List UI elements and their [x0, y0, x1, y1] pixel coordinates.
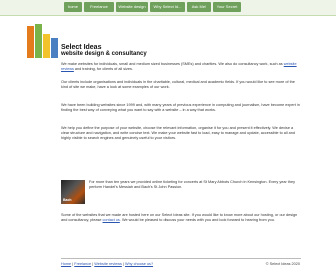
footer-links: Home | Freelance | Website reviews | Why… [61, 262, 181, 267]
clients-paragraph: Our clients include organisations and in… [61, 80, 295, 89]
contact-us-link[interactable]: contact us [103, 218, 120, 222]
footer-link-website-reviews[interactable]: Website reviews [94, 262, 122, 266]
footer-link-why-choose-us[interactable]: Why choose us? [125, 262, 153, 266]
bach-image: Bach [61, 180, 85, 204]
nav-ask-me[interactable]: Ask Me! [187, 2, 211, 12]
contact-paragraph: Some of the websites that we made are ho… [61, 213, 301, 223]
nav-home[interactable]: home [64, 2, 82, 12]
footer-separator: | [122, 262, 124, 266]
bach-label: Bach [63, 198, 72, 202]
ticketing-paragraph: For more than ten years we provided onli… [89, 180, 295, 189]
site-title: Select Ideas [61, 44, 102, 51]
logo-bars-icon [27, 24, 58, 58]
nav-why-select-ideas[interactable]: Why Select Id... [150, 2, 185, 12]
nav-website-design[interactable]: Website design [116, 2, 148, 12]
intro-paragraph: We make websites for individuals, small … [61, 62, 301, 72]
experience-paragraph: We have been building websites since 199… [61, 103, 300, 112]
site-subtitle: website design & consultancy [61, 51, 147, 57]
copyright-notice: © Select Ideas 2020 [265, 262, 300, 266]
footer-link-home[interactable]: Home [61, 262, 71, 266]
services-paragraph: We help you define the purpose of your w… [61, 126, 295, 140]
contact-text-end: . We would be pleased to discuss your ne… [119, 218, 275, 222]
nav-freelance[interactable]: Freelance [84, 2, 114, 12]
footer-link-freelance[interactable]: Freelance [74, 262, 91, 266]
nav-your-secret[interactable]: Your Secret [213, 2, 241, 12]
footer-divider [61, 258, 301, 259]
select-ideas-logo [27, 24, 58, 58]
intro-text-end: and training, for clients of all sizes. [73, 67, 133, 71]
top-navigation: home Freelance Website design Why Select… [0, 0, 336, 16]
intro-text-start: We make websites for individuals, small … [61, 62, 284, 66]
